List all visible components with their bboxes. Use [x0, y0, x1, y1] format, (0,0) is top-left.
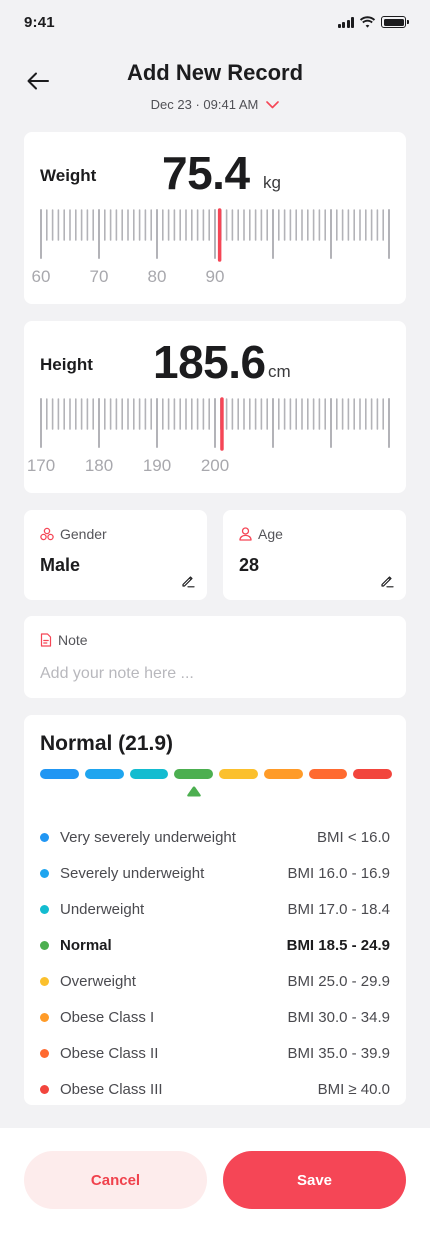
note-label-row: Note: [40, 632, 88, 648]
bmi-category-dot: [40, 832, 49, 842]
bmi-category-range: BMI 16.0 - 16.9: [287, 864, 390, 882]
edit-age-icon[interactable]: [380, 574, 394, 588]
bmi-category-row: Obese Class II BMI 35.0 - 39.9: [40, 1035, 390, 1071]
ruler-tick-label: 200: [201, 456, 229, 475]
ruler-tick-label: 90: [206, 267, 225, 286]
bmi-scale-segment: [40, 769, 79, 779]
bmi-category-dot: [40, 1084, 49, 1094]
height-ruler-slider[interactable]: 170 180 190 200: [24, 321, 406, 493]
bmi-category-name: Severely underweight: [60, 864, 205, 882]
bmi-category-name: Normal: [60, 936, 112, 954]
bmi-category-name: Obese Class II: [60, 1044, 159, 1062]
edit-gender-icon[interactable]: [181, 574, 195, 588]
ruler-tick-label: 80: [148, 267, 167, 286]
bmi-category-row: Underweight BMI 17.0 - 18.4: [40, 891, 390, 927]
bmi-scale-segment: [174, 769, 213, 779]
bmi-category-range: BMI 30.0 - 34.9: [287, 1008, 390, 1026]
bmi-scale-segment: [219, 769, 258, 779]
note-input[interactable]: [40, 662, 390, 686]
status-time: 9:41: [24, 13, 55, 31]
bmi-category-range: BMI 25.0 - 29.9: [287, 972, 390, 990]
bmi-category-range: BMI ≥ 40.0: [317, 1080, 390, 1098]
ruler-tick-label: 170: [27, 456, 55, 475]
bmi-category-range: BMI 17.0 - 18.4: [287, 900, 390, 918]
bmi-result-title: Normal (21.9): [40, 732, 174, 755]
bmi-pointer-icon: [186, 786, 201, 797]
bmi-scale-segment: [129, 769, 169, 779]
bmi-category-name: Obese Class III: [60, 1080, 163, 1098]
weight-card: Weight 75.4 kg 60 70 80 90: [24, 132, 406, 304]
bmi-scale-segment: [84, 769, 124, 779]
bmi-category-dot: [40, 1048, 49, 1058]
bmi-scale-bar: [40, 769, 392, 779]
bmi-category-range: BMI 35.0 - 39.9: [287, 1044, 390, 1062]
page-title: Add New Record: [126, 60, 304, 85]
note-label: Note: [58, 632, 88, 648]
bmi-category-range: BMI < 16.0: [317, 828, 390, 846]
weight-ruler-slider[interactable]: 60 70 80 90: [24, 132, 406, 304]
status-icons: [337, 16, 409, 28]
bmi-scale-segment: [308, 769, 348, 779]
document-icon: [40, 633, 52, 647]
status-bar: 9:41: [0, 0, 430, 44]
bmi-category-dot: [40, 904, 49, 914]
bmi-category-dot: [40, 976, 49, 986]
battery-icon: [381, 16, 409, 28]
gender-label: Gender: [60, 526, 107, 542]
height-card: Height 185.6 cm 170 180 190 200: [24, 321, 406, 493]
bmi-category-dot: [40, 868, 49, 878]
bmi-category-name: Overweight: [60, 972, 136, 990]
gender-value: Male: [40, 555, 81, 575]
age-label: Age: [258, 526, 283, 542]
bmi-category-row: Severely underweight BMI 16.0 - 16.9: [40, 855, 390, 891]
gender-label-row: Gender: [40, 526, 107, 542]
ruler-tick-label: 70: [90, 267, 109, 286]
bottom-action-bar: Cancel Save: [0, 1128, 430, 1245]
user-icon: [239, 527, 252, 541]
bmi-category-row: Obese Class I BMI 30.0 - 34.9: [40, 999, 390, 1035]
cancel-button[interactable]: Cancel: [24, 1151, 207, 1209]
bmi-category-row: Overweight BMI 25.0 - 29.9: [40, 963, 390, 999]
save-button[interactable]: Save: [223, 1151, 406, 1209]
ruler-tick-label: 60: [32, 267, 51, 286]
bmi-category-row: Normal BMI 18.5 - 24.9: [40, 927, 390, 963]
bmi-category-list: Very severely underweight BMI < 16.0 Sever…: [40, 819, 390, 1107]
bmi-category-dot: [40, 1012, 49, 1022]
ruler-tick-label: 180: [85, 456, 113, 475]
bmi-category-name: Obese Class I: [60, 1008, 155, 1026]
chevron-down-icon: [266, 100, 280, 108]
bmi-category-row: Obese Class III BMI ≥ 40.0: [40, 1071, 390, 1107]
gender-card[interactable]: Gender Male: [24, 510, 207, 600]
header: Add New Record Dec 23 · 09:41 AM: [0, 55, 430, 125]
bmi-category-name: Underweight: [60, 900, 145, 918]
age-card[interactable]: Age 28: [223, 510, 406, 600]
record-date: Dec 23 · 09:41 AM: [150, 97, 259, 112]
bmi-scale-segment: [353, 769, 392, 779]
bmi-category-dot: [40, 940, 49, 950]
wifi-icon: [359, 16, 376, 28]
date-selector[interactable]: Dec 23 · 09:41 AM: [0, 97, 430, 112]
gender-icon: [40, 527, 54, 541]
signal-icon: [337, 16, 354, 28]
bmi-category-range: BMI 18.5 - 24.9: [286, 936, 390, 954]
bmi-category-name: Very severely underweight: [60, 828, 236, 846]
note-card: Note: [24, 616, 406, 698]
bmi-card: Normal (21.9) Very severely underweight B…: [24, 715, 406, 1105]
bmi-category-row: Very severely underweight BMI < 16.0: [40, 819, 390, 855]
bmi-scale-segment: [263, 769, 303, 779]
ruler-tick-label: 190: [143, 456, 171, 475]
age-value: 28: [239, 555, 260, 575]
age-label-row: Age: [239, 526, 283, 542]
